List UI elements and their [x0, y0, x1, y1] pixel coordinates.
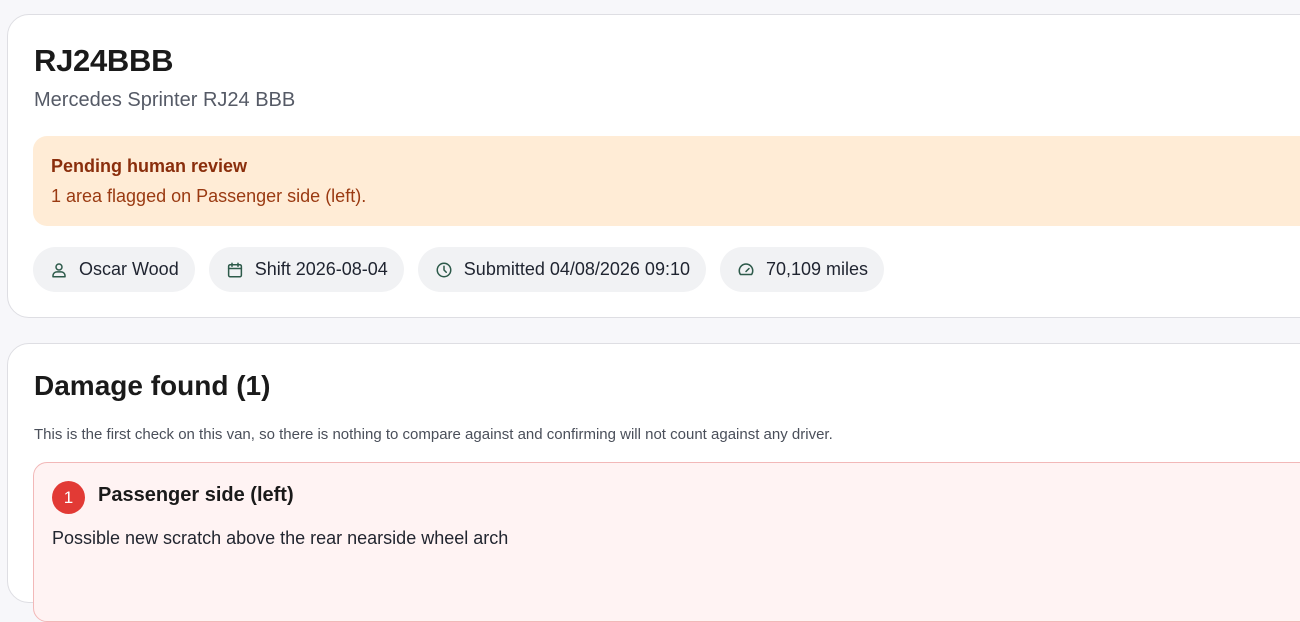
damage-section-title: Damage found (1): [34, 370, 271, 401]
vehicle-name: Mercedes Sprinter RJ24 BBB: [34, 89, 296, 111]
driver-chip: Oscar Wood: [33, 247, 195, 292]
submitted-chip: Submitted 04/08/2026 09:10: [417, 247, 706, 292]
mileage-chip: 70,109 miles: [719, 247, 885, 292]
clock-icon: [435, 261, 453, 279]
person-icon: [50, 261, 68, 279]
damage-description: Possible new scratch above the rear near…: [52, 528, 509, 548]
mileage-value: 70,109 miles: [765, 259, 869, 279]
speedometer-icon: [737, 261, 755, 279]
vehicle-meta-chips: Oscar Wood Shift 2026-08-04 Submitted 04…: [33, 247, 885, 292]
damage-found-card: Damage found (1) This is the first check…: [7, 343, 1300, 622]
submitted-time: Submitted 04/08/2026 09:10: [463, 259, 690, 279]
damage-area-label: Passenger side (left): [98, 484, 294, 506]
vehicle-summary-card: RJ24BBB Mercedes Sprinter RJ24 BBB Pendi…: [7, 14, 1300, 318]
review-status-title: Pending human review: [51, 156, 248, 176]
shift-chip: Shift 2026-08-04: [208, 247, 404, 292]
review-status-text: 1 area flagged on Passenger side (left).: [51, 186, 367, 206]
vehicle-plate: RJ24BBB: [34, 43, 174, 78]
damage-section-note: This is the first check on this van, so …: [34, 426, 833, 443]
driver-name: Oscar Wood: [79, 259, 179, 279]
calendar-icon: [226, 261, 244, 279]
review-status-banner: Pending human review 1 area flagged on P…: [33, 136, 1300, 226]
damage-item[interactable]: 1 Passenger side (left) Possible new scr…: [33, 462, 1300, 622]
shift-date: Shift 2026-08-04: [254, 259, 388, 279]
damage-number-badge: 1: [52, 481, 85, 514]
